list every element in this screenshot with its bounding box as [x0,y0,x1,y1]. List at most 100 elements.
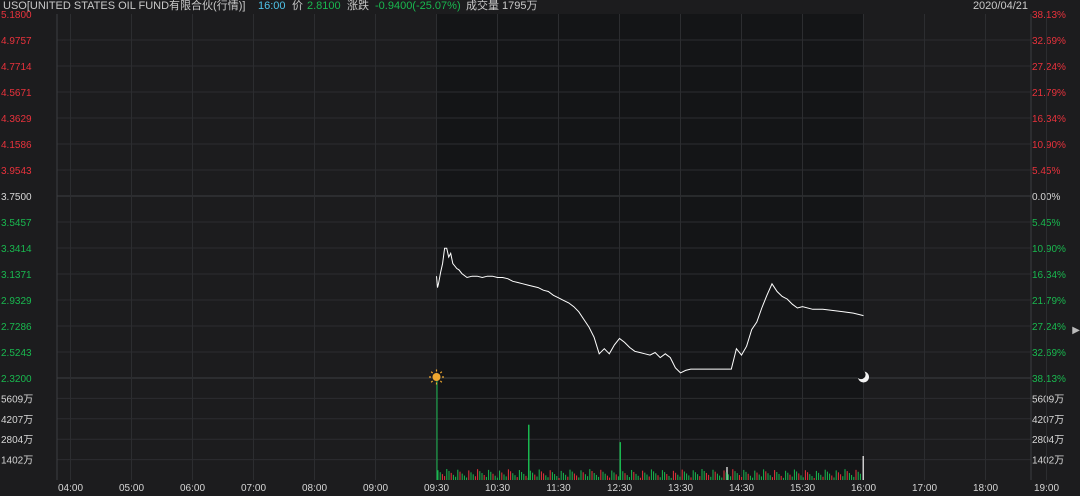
volume-bar [760,476,762,480]
volume-bar [853,476,855,480]
volume-tick-label-right: 4207万 [1032,415,1064,426]
volume-bar [727,474,729,480]
time-tick-label: 09:30 [424,483,449,494]
volume-bar [615,474,617,480]
caret-right-icon[interactable]: ▶ [1072,325,1080,336]
volume-bar [699,476,701,480]
volume-bar [622,471,624,480]
volume-bar [655,473,657,480]
volume-tick-label: 2804万 [1,435,33,446]
volume-bar [692,470,694,480]
volume-bar [617,476,619,480]
volume-bar [505,476,507,480]
time-tick-label: 07:00 [241,483,266,494]
volume-bar [584,474,586,480]
volume-bar [540,471,542,480]
volume-bar [653,471,655,480]
volume-bar [477,469,479,480]
volume-bar [701,469,703,480]
volume-bar [639,477,641,480]
volume-bar [485,476,487,480]
volume-bar [558,477,560,480]
volume-bar [714,471,716,480]
volume-bar [567,476,569,480]
volume-bar [719,475,721,480]
volume-bar [463,475,465,480]
time-tick-label: 05:00 [119,483,144,494]
volume-bar [657,475,659,480]
volume-bar [446,469,448,480]
volume-bar [620,469,622,480]
volume-bar [837,472,839,480]
volume-bar [578,477,580,480]
volume-tick-label: 4207万 [1,415,33,426]
price-tick-label: 3.7500 [1,192,32,203]
volume-bar [749,475,751,480]
time-tick-label: 12:30 [607,483,632,494]
volume-bar [855,469,857,480]
volume-bar [598,476,600,480]
volume-bar [807,472,809,480]
volume-bar [549,470,551,480]
volume-bar [637,475,639,480]
volume-bar [778,473,780,480]
volume-bar [734,471,736,480]
time-tick-label: 09:00 [363,483,388,494]
volume-bar [468,470,470,480]
volume-bar [521,471,523,480]
volume-bar [628,477,630,480]
pct-tick-label: 27.24% [1032,322,1066,333]
volume-tick-label: 1402万 [1,456,33,467]
volume-bar [661,470,663,480]
volume-bar [804,470,806,480]
regular-session-area [436,14,864,480]
volume-bar [499,470,501,480]
volume-bar [624,473,626,480]
price-tick-label: 3.3414 [1,244,32,255]
volume-tick-label-right: 2804万 [1032,435,1064,446]
volume-bar [496,477,498,480]
time-tick-label: 11:30 [546,483,571,494]
volume-bar [736,473,738,480]
volume-bar [626,475,628,480]
volume-bar [631,469,633,480]
volume-bar [562,472,564,480]
volume-bar [826,471,828,480]
volume-bar [840,474,842,480]
volume-bar [809,474,811,480]
volume-bar [798,473,800,480]
volume-bar [789,474,791,480]
volume-bar [822,476,824,480]
pct-tick-label: 32.69% [1032,348,1066,359]
volume-bar [518,470,520,480]
volume-bar [461,473,463,480]
time-tick-label: 04:00 [58,483,83,494]
time-tick-label: 18:00 [973,483,998,494]
volume-bar [538,469,540,480]
price-tick-label: 3.5457 [1,218,32,229]
intraday-chart[interactable]: 5.1800 38.13% 4.9757 32.69% 4.7714 27.24% 4.56… [0,0,1080,496]
price-tick-label: 2.7286 [1,322,32,333]
volume-bar [769,475,771,480]
volume-bar [818,472,820,480]
volume-bar [589,469,591,480]
volume-bar [681,469,683,480]
volume-bar [846,471,848,480]
volume-bar [529,470,531,480]
volume-bar [670,477,672,480]
volume-bar [833,477,835,480]
volume-bar [606,475,608,480]
volume-bar [580,470,582,480]
volume-bar [488,469,490,480]
time-tick-label: 08:00 [302,483,327,494]
volume-bar [648,476,650,480]
volume-bar [782,477,784,480]
price-tick-label: 4.9757 [1,36,32,47]
volume-bar [587,476,589,480]
time-tick-label: 15:30 [790,483,815,494]
volume-bar [771,477,773,480]
volume-bar [573,473,575,480]
volume-bar [785,470,787,480]
time-tick-label: 17:00 [912,483,937,494]
pct-tick-label: 16.34% [1032,270,1066,281]
